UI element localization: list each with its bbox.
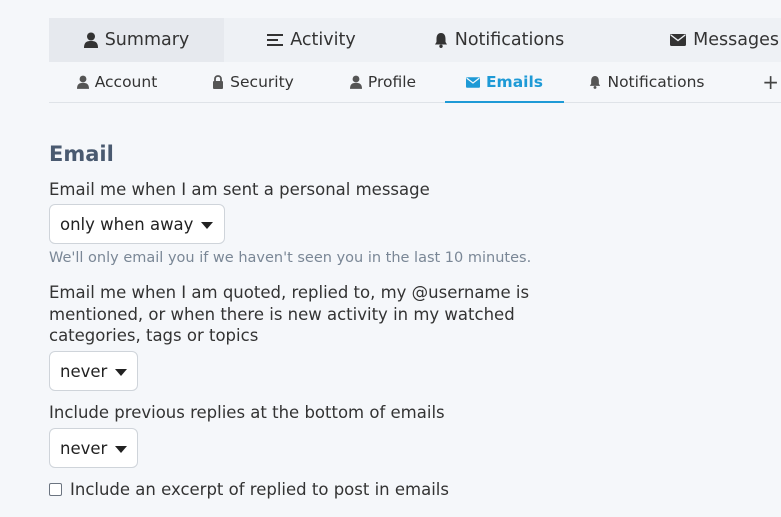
excerpt-option: Include an excerpt of replied to post in… <box>49 480 449 499</box>
subtab-label: Emails <box>485 73 544 91</box>
tab-label: Messages <box>693 30 779 50</box>
bell-icon <box>590 76 601 89</box>
tab-label: Notifications <box>454 30 565 50</box>
previous-replies-select[interactable]: never <box>49 428 138 468</box>
subtab-more[interactable]: + <box>730 62 781 102</box>
clipped-header <box>0 0 781 18</box>
activity-select[interactable]: never <box>49 351 138 391</box>
pm-hint: We'll only email you if we haven't seen … <box>49 250 532 266</box>
tab-summary[interactable]: Summary <box>49 18 224 62</box>
subtab-security[interactable]: Security <box>185 62 321 102</box>
subtab-profile[interactable]: Profile <box>321 62 445 102</box>
tab-label: Activity <box>290 30 356 50</box>
list-icon <box>267 34 284 46</box>
subtab-account[interactable]: Account <box>49 62 185 102</box>
section-title: Email <box>49 142 114 166</box>
caret-down-icon <box>115 368 128 376</box>
excerpt-label: Include an excerpt of replied to post in… <box>70 480 449 499</box>
caret-down-icon <box>201 221 214 229</box>
tab-notifications[interactable]: Notifications <box>399 18 599 62</box>
secondary-nav: Account Security Profile Emails Notifica… <box>49 62 781 103</box>
activity-label: Email me when I am quoted, replied to, m… <box>49 283 530 345</box>
lock-icon <box>213 75 224 89</box>
tab-messages[interactable]: Messages <box>599 18 781 62</box>
subtab-label: Profile <box>367 73 417 91</box>
subtab-label: Account <box>94 73 158 91</box>
excerpt-checkbox[interactable] <box>49 483 62 496</box>
plus-icon: + <box>762 70 779 94</box>
pm-label: Email me when I am sent a personal messa… <box>49 180 430 199</box>
pm-select-value: only when away <box>60 214 194 234</box>
bell-icon <box>434 33 447 48</box>
previous-replies-label: Include previous replies at the bottom o… <box>49 403 445 422</box>
tab-label: Summary <box>104 30 190 50</box>
user-icon <box>76 75 89 89</box>
user-icon <box>83 32 98 48</box>
pm-select[interactable]: only when away <box>49 204 225 244</box>
envelope-icon <box>670 34 687 46</box>
envelope-icon <box>465 76 480 88</box>
previous-replies-select-value: never <box>60 438 108 458</box>
tab-activity[interactable]: Activity <box>224 18 399 62</box>
user-icon <box>349 75 362 89</box>
activity-select-value: never <box>60 361 108 381</box>
subtab-notifications[interactable]: Notifications <box>564 62 730 102</box>
subtab-label: Security <box>230 73 294 91</box>
caret-down-icon <box>115 445 128 453</box>
subtab-label: Notifications <box>607 73 705 91</box>
subtab-emails[interactable]: Emails <box>445 62 564 103</box>
primary-nav: Summary Activity Notifications Messages <box>49 18 781 62</box>
